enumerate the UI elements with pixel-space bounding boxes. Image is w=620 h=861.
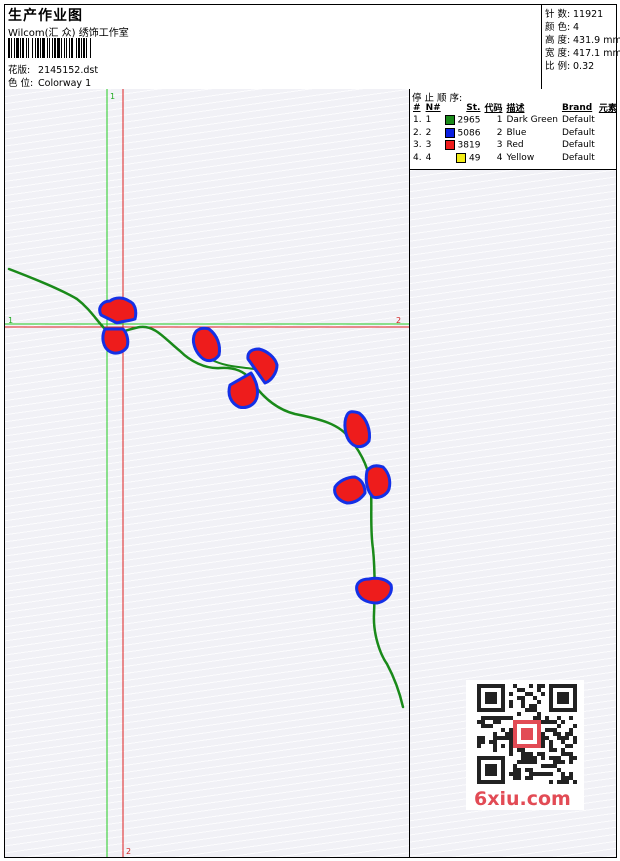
guide-label-v1: 1 — [110, 92, 115, 101]
table-row: 2. 2 5086 2 Blue Default — [413, 127, 595, 138]
embroidery-drawing: 1 2 1 2 — [5, 89, 409, 857]
colorway-row: 色 位: Colorway 1 — [8, 75, 91, 89]
colorway-label: 色 位: — [8, 78, 34, 89]
colorway-value: Colorway 1 — [38, 78, 92, 89]
col-element: 元素 — [598, 104, 617, 114]
col-needle: N# — [425, 102, 441, 113]
col-number: # — [413, 102, 421, 113]
color-swatch — [444, 115, 455, 125]
flower-1 — [98, 296, 138, 325]
color-swatch — [456, 152, 467, 163]
stat-height: 高 度: 431.9 mm — [545, 35, 620, 46]
color-swatch — [444, 127, 455, 138]
flower-2 — [101, 327, 130, 355]
flower-9 — [355, 576, 393, 605]
stop-sequence-table: # N# St. 代码 描述 Brand 元素 1. 1 2965 1 Dark… — [411, 101, 619, 164]
stop-sequence-box: 停 止 顺 序: # N# St. 代码 描述 Brand 元素 1. 1 29… — [410, 89, 619, 170]
flower-8 — [364, 464, 392, 499]
table-header-row: # N# St. 代码 描述 Brand 元素 — [411, 101, 619, 115]
stat-scale: 比 例: 0.32 — [545, 61, 595, 72]
design-label: 花版: — [8, 65, 31, 76]
flower-5 — [227, 371, 259, 409]
col-description: 描述 — [506, 104, 525, 114]
flower-6 — [343, 410, 371, 449]
barcode — [8, 38, 91, 58]
studio-name: Wilcom(汇 众) 绣饰工作室 — [8, 28, 129, 39]
design-file-row: 花版: 2145152.dst — [8, 62, 98, 76]
header-left: 生产作业图 Wilcom(汇 众) 绣饰工作室 花版: 2145152.dst … — [5, 5, 541, 89]
col-brand: Brand — [561, 102, 593, 113]
flower-3 — [191, 326, 221, 363]
col-code: 代码 — [484, 104, 503, 114]
stat-stitches: 针 数: 11921 — [545, 9, 604, 20]
page-title: 生产作业图 — [8, 8, 83, 24]
guide-label-h1: 1 — [8, 316, 13, 325]
flower-7 — [333, 475, 367, 505]
flowers — [98, 296, 393, 605]
watermark-logo: 6xiu.com — [474, 788, 571, 810]
design-preview: 1 2 1 2 — [5, 89, 410, 857]
guide-label-v2: 2 — [126, 847, 131, 856]
stat-width: 宽 度: 417.1 mm — [545, 48, 620, 59]
table-row: 1. 1 2965 1 Dark Green Default — [413, 115, 595, 126]
table-row: 4. 4 49 4 Yellow Default — [413, 152, 595, 163]
guide-label-h2: 2 — [396, 316, 401, 325]
color-swatch — [444, 140, 455, 150]
header: 生产作业图 Wilcom(汇 众) 绣饰工作室 花版: 2145152.dst … — [5, 5, 620, 90]
col-stitches: St. — [466, 102, 481, 113]
table-row: 3. 3 3819 3 Red Default — [413, 140, 595, 151]
stat-colors: 颜 色: 4 — [545, 22, 580, 33]
design-stats: 针 数: 11921 颜 色: 4 高 度: 431.9 mm 宽 度: 417.1 m… — [541, 5, 620, 89]
